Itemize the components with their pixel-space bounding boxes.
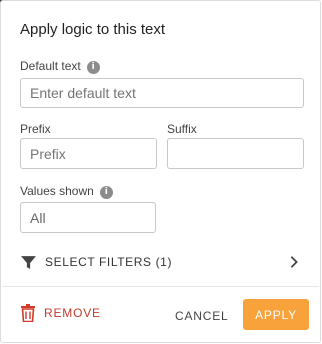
panel-title: Apply logic to this text	[20, 21, 166, 38]
values-shown-label: Values shown	[20, 184, 94, 198]
info-icon[interactable]: i	[99, 186, 113, 199]
chevron-right-icon[interactable]	[287, 255, 301, 269]
suffix-label: Suffix	[167, 122, 197, 136]
filter-icon	[21, 255, 36, 269]
apply-button[interactable]: APPLY	[243, 299, 309, 330]
suffix-input[interactable]	[167, 138, 304, 169]
trash-icon	[21, 304, 35, 322]
cancel-button[interactable]: CANCEL	[175, 309, 228, 323]
values-shown-select[interactable]: All	[20, 202, 156, 233]
info-icon[interactable]: i	[86, 61, 100, 74]
values-shown-label-row: Values shown i	[20, 184, 113, 199]
prefix-label: Prefix	[20, 122, 51, 136]
footer-divider	[2, 286, 319, 287]
remove-button[interactable]: REMOVE	[20, 304, 101, 322]
values-shown-value: All	[30, 209, 46, 226]
select-filters-label: SELECT FILTERS (1)	[45, 255, 173, 269]
select-filters-row[interactable]: SELECT FILTERS (1)	[20, 252, 304, 272]
remove-label: REMOVE	[44, 306, 101, 320]
text-logic-panel: Apply logic to this text Default text i P…	[0, 0, 321, 343]
prefix-input[interactable]	[20, 138, 157, 169]
default-text-label: Default text	[20, 59, 81, 73]
default-text-label-row: Default text i	[20, 59, 100, 74]
default-text-input[interactable]	[20, 78, 304, 108]
